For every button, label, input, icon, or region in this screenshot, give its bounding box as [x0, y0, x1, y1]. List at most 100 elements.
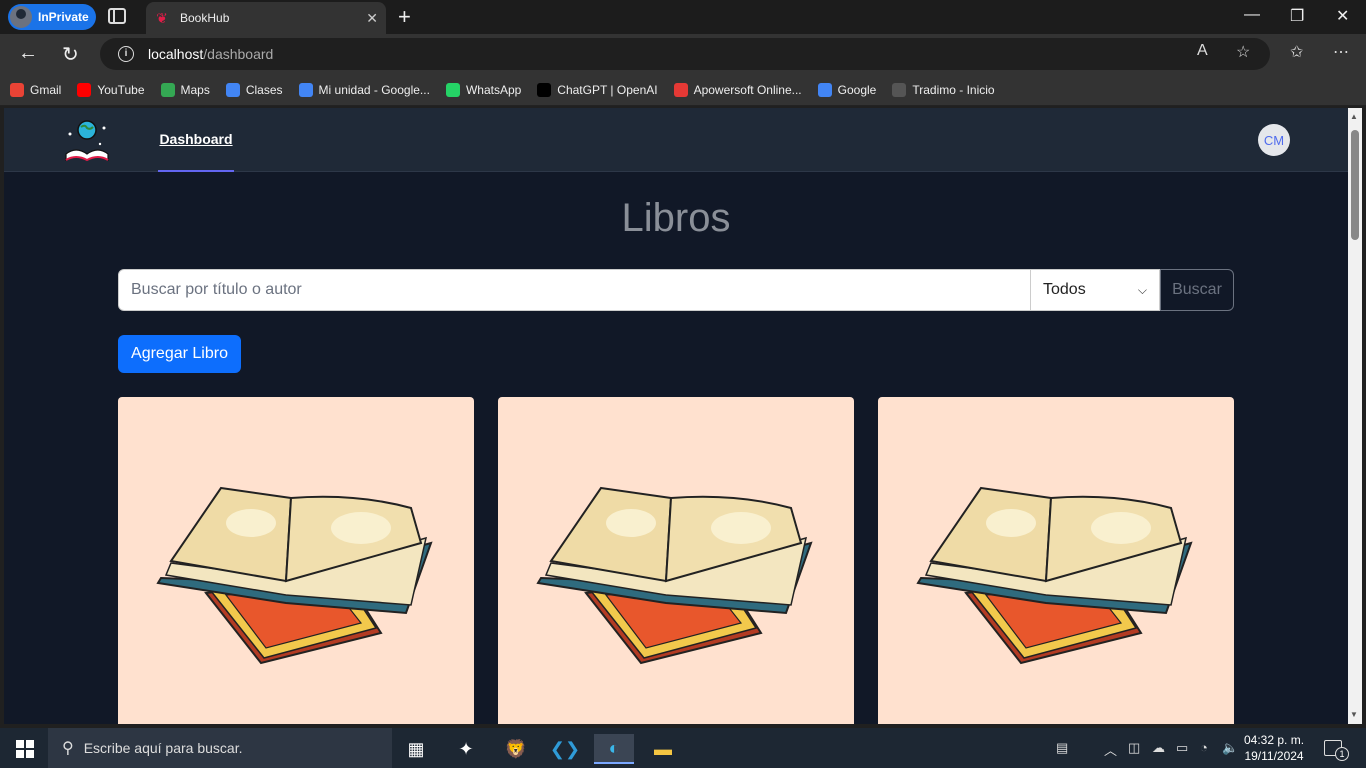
clock-date: 19/11/2024: [1244, 749, 1304, 763]
favorites-icon[interactable]: ✩: [1290, 42, 1303, 62]
page-scrollbar[interactable]: ▲ ▼: [1348, 108, 1362, 724]
bookmark-label: Maps: [180, 82, 210, 97]
bookmark-label: Google: [837, 82, 877, 97]
windows-taskbar: ⚲ Escribe aquí para buscar. ▦ ✦ 🦁 ❮❯ ◐ ▬…: [0, 728, 1366, 768]
bookmark-item[interactable]: ChatGPT | OpenAI: [537, 82, 658, 97]
book-cover-image: [536, 486, 813, 665]
google-icon: [817, 82, 832, 97]
tab-actions-icon[interactable]: [108, 8, 126, 24]
laravel-favicon-icon: ❦: [156, 10, 168, 26]
openai-icon: [537, 82, 552, 97]
bookmark-label: Tradimo - Inicio: [912, 82, 995, 97]
filter-selected-value: Todos: [1043, 281, 1086, 298]
bookmark-item[interactable]: YouTube: [77, 82, 145, 97]
taskbar-search[interactable]: ⚲ Escribe aquí para buscar.: [48, 728, 392, 768]
app-navbar: Dashboard CM: [4, 108, 1348, 172]
bookmarks-bar: Gmail YouTube Maps Clases Mi unidad - Google…: [0, 74, 1366, 106]
vscode-icon[interactable]: ❮❯: [545, 734, 585, 764]
new-tab-icon[interactable]: +: [398, 4, 411, 30]
book-card[interactable]: [878, 397, 1234, 724]
maps-icon: [160, 82, 175, 97]
copilot-icon[interactable]: ✦: [446, 734, 486, 764]
edge-browser-icon[interactable]: ◐: [594, 734, 634, 764]
task-view-icon[interactable]: ▦: [396, 734, 436, 764]
google-icon: [298, 82, 313, 97]
scroll-up-icon[interactable]: ▲: [1350, 112, 1358, 121]
more-menu-icon[interactable]: ⋯: [1333, 42, 1349, 62]
inprivate-label: InPrivate: [38, 10, 89, 24]
file-explorer-icon[interactable]: ▬: [643, 734, 683, 764]
bookmark-item[interactable]: Clases: [225, 82, 283, 97]
close-window-icon[interactable]: ✕: [1336, 6, 1349, 26]
book-card[interactable]: [498, 397, 854, 724]
bookmark-label: ChatGPT | OpenAI: [557, 82, 658, 97]
scroll-down-icon[interactable]: ▼: [1350, 710, 1358, 719]
reload-icon[interactable]: ↻: [62, 42, 79, 67]
bookmark-item[interactable]: Maps: [160, 82, 210, 97]
profile-avatar-icon: [10, 6, 32, 28]
url-text: localhost/dashboard: [148, 46, 274, 62]
keyboard-icon[interactable]: ▤: [1056, 740, 1068, 756]
wifi-icon[interactable]: ◔: [1200, 740, 1208, 755]
clock-time: 04:32 p. m.: [1244, 733, 1305, 747]
bookmark-label: YouTube: [97, 82, 145, 97]
youtube-icon: [77, 82, 92, 97]
bookmark-label: Mi unidad - Google...: [318, 82, 430, 97]
whatsapp-icon: [445, 82, 460, 97]
site-info-icon[interactable]: i: [118, 46, 134, 62]
battery-icon[interactable]: ▭: [1176, 740, 1188, 756]
user-avatar[interactable]: CM: [1258, 124, 1290, 156]
book-cover-image: [916, 486, 1193, 665]
bookmark-item[interactable]: Google: [817, 82, 877, 97]
tab-title: BookHub: [180, 11, 230, 25]
read-aloud-icon[interactable]: A: [1197, 42, 1208, 60]
search-form: Todos ⌵ Buscar: [118, 269, 1234, 311]
page-title: Libros: [621, 196, 731, 240]
bookmark-label: Gmail: [30, 82, 62, 97]
book-card[interactable]: [118, 397, 474, 724]
gmail-icon: [10, 82, 24, 97]
bookmark-item[interactable]: Gmail: [10, 82, 62, 97]
google-icon: [225, 82, 240, 97]
close-tab-icon[interactable]: ✕: [366, 10, 378, 27]
filter-select[interactable]: Todos ⌵: [1031, 269, 1160, 311]
nav-link-dashboard[interactable]: Dashboard: [158, 108, 234, 172]
favorite-star-icon[interactable]: ☆: [1236, 42, 1250, 62]
minimize-icon[interactable]: —: [1244, 6, 1260, 24]
taskbar-search-placeholder: Escribe aquí para buscar.: [83, 740, 243, 756]
meet-now-icon[interactable]: ◫: [1128, 740, 1140, 756]
bookmark-label: WhatsApp: [465, 82, 522, 97]
bookmark-item[interactable]: Apowersoft Online...: [673, 82, 802, 97]
page-viewport: Dashboard CM Libros Todos ⌵ Buscar Agreg…: [4, 108, 1348, 724]
browser-toolbar: ← ↻ i localhost/dashboard A ☆ ✩ ⋯: [0, 34, 1366, 74]
search-input[interactable]: [118, 269, 1031, 311]
bookmark-label: Clases: [245, 82, 283, 97]
back-icon[interactable]: ←: [18, 42, 38, 65]
search-icon: ⚲: [62, 740, 74, 757]
scrollbar-thumb[interactable]: [1351, 130, 1359, 240]
search-button[interactable]: Buscar: [1160, 269, 1234, 311]
chevron-down-icon: ⌵: [1137, 282, 1147, 297]
taskbar-clock[interactable]: 04:32 p. m. 19/11/2024: [1244, 732, 1304, 764]
onedrive-icon[interactable]: ☁: [1152, 740, 1165, 756]
inprivate-badge[interactable]: InPrivate: [8, 4, 96, 30]
bookmark-item[interactable]: WhatsApp: [445, 82, 522, 97]
address-bar[interactable]: i localhost/dashboard: [100, 38, 1270, 70]
book-cover-image: [156, 486, 433, 665]
browser-tab[interactable]: ❦ BookHub ✕: [146, 2, 386, 34]
brave-browser-icon[interactable]: 🦁: [496, 734, 536, 764]
notification-count: 1: [1335, 747, 1349, 761]
notification-center-icon[interactable]: 1: [1324, 740, 1349, 761]
restore-icon[interactable]: ❐: [1290, 6, 1304, 26]
windows-start-icon[interactable]: [16, 740, 34, 758]
show-hidden-icons-icon[interactable]: ︿: [1104, 740, 1117, 759]
bookmark-item[interactable]: Tradimo - Inicio: [892, 82, 995, 97]
bookmark-item[interactable]: Mi unidad - Google...: [298, 82, 430, 97]
grid-icon: [892, 82, 907, 97]
add-book-button[interactable]: Agregar Libro: [118, 335, 241, 373]
volume-icon[interactable]: 🔈: [1222, 740, 1238, 756]
apowersoft-icon: [673, 82, 688, 97]
browser-tab-strip: InPrivate ❦ BookHub ✕ + — ❐ ✕: [0, 0, 1366, 34]
bookhub-logo-icon[interactable]: [62, 114, 112, 166]
bookmark-label: Apowersoft Online...: [693, 82, 802, 97]
